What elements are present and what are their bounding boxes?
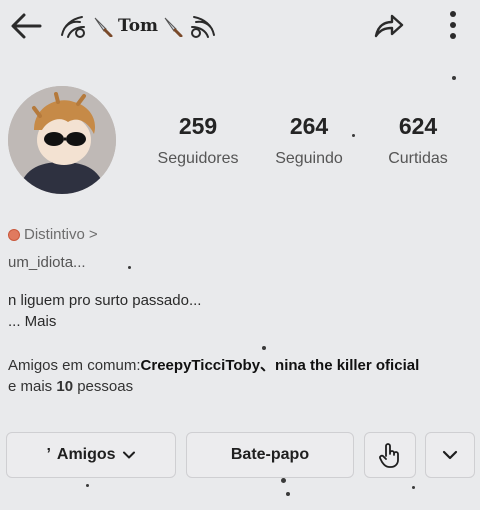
mutual-count: 10 [56,378,74,395]
share-button[interactable] [370,8,406,44]
dust-speck [262,346,266,350]
following-stat[interactable]: 264 Seguindo [254,112,364,168]
friends-mark: ’ [46,446,51,463]
dust-speck [286,492,290,496]
expand-button[interactable] [425,432,475,478]
page-title: Tom [118,16,159,36]
username: um_idiota... [8,254,86,271]
friends-label: Amigos [56,446,116,463]
badge-icon [8,228,20,241]
profile-title: Tom [58,8,218,44]
knife-icon [164,17,183,37]
hand-pointer-icon [379,443,399,468]
avatar-image [8,86,116,194]
mutual-friends[interactable]: Amigos em comum:CreepyTicciToby、nina the… [8,354,419,375]
followers-stat[interactable]: 259 Seguidores [143,112,253,168]
dust-speck [412,486,415,489]
friends-button[interactable]: ’ Amigos [6,432,176,478]
share-arrow-icon [374,14,404,38]
chevron-down-icon [442,450,458,460]
vertical-dots-icon [450,11,456,39]
chat-button[interactable]: Bate-papo [186,432,354,478]
dust-speck [281,478,286,483]
followers-label: Seguidores [157,150,239,167]
arrow-left-icon [11,13,42,39]
more-options-button[interactable] [438,6,468,46]
mutual-suffix: pessoas [73,378,134,395]
mutual-more[interactable]: e mais 10 pessoas [8,378,133,395]
poke-button[interactable] [364,432,416,478]
likes-stat: 624 Curtidas [363,112,473,168]
back-button[interactable] [8,8,44,44]
badge-link[interactable]: Distintivo > [8,226,98,243]
dust-speck [128,266,131,269]
bio-more-link[interactable]: ... Mais [8,313,56,330]
badge-label: Distintivo [24,226,85,243]
mutual-prefix: Amigos em comum: [8,357,141,374]
following-label: Seguindo [275,150,343,167]
followers-count: 259 [178,113,218,139]
avatar[interactable] [8,86,116,194]
dust-speck [452,76,456,80]
mutual-and-more: e mais [8,378,57,395]
knife-icon [94,17,113,37]
bio-text: n liguem pro surto passado... [8,292,202,309]
likes-label: Curtidas [388,150,448,167]
chat-label: Bate-papo [230,446,310,463]
chevron-down-icon [122,451,135,459]
swirl-decoration-icon [191,16,216,38]
mutual-names: CreepyTicciToby、nina the killer oficial [140,357,420,374]
dust-speck [352,134,355,137]
dust-speck [86,484,89,487]
swirl-decoration-icon [61,16,85,38]
chevron-right-icon: > [88,226,98,243]
following-count: 264 [289,113,329,139]
likes-count: 624 [398,113,438,139]
